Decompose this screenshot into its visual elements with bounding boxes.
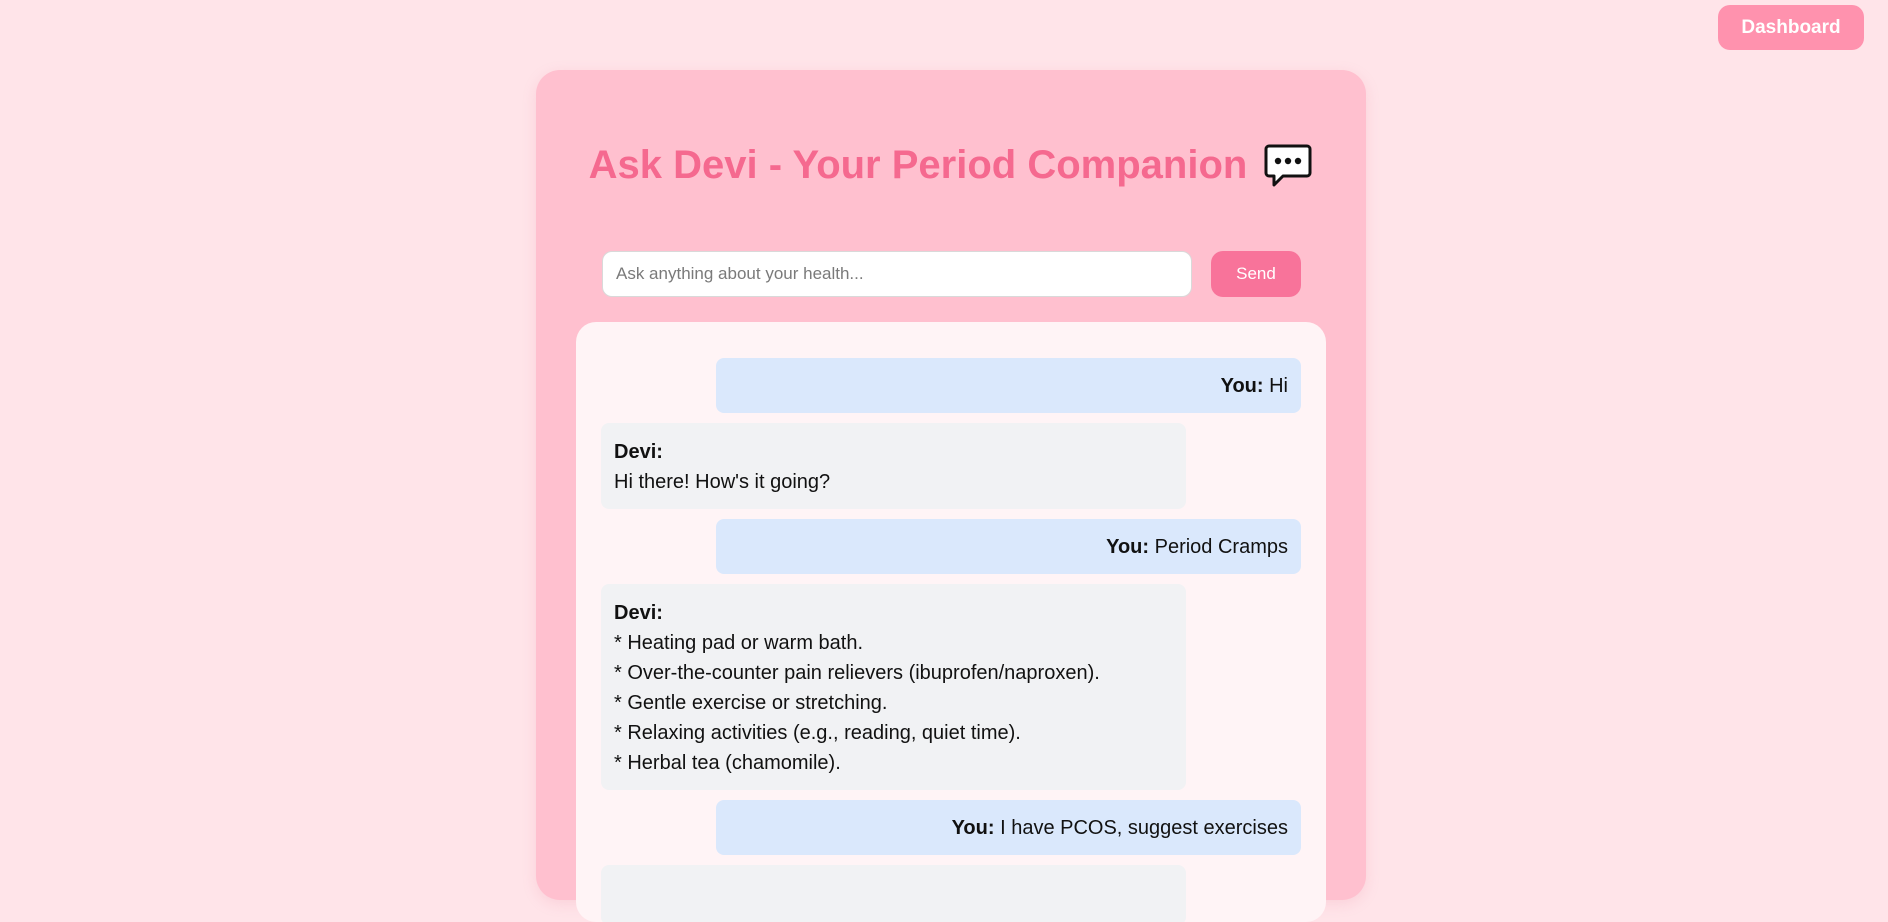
bot-message: Devi: Hi there! How's it going? <box>601 423 1186 509</box>
user-message: You: Period Cramps <box>716 519 1301 574</box>
speech-bubble-icon <box>1263 140 1313 190</box>
composer: Send <box>602 251 1302 297</box>
message-text: I have PCOS, suggest exercises <box>1000 816 1288 839</box>
user-message: You: Hi <box>716 358 1301 413</box>
message-sender: Devi: <box>614 602 663 624</box>
message-text: * Gentle exercise or stretching. <box>614 692 888 714</box>
bot-message <box>601 865 1186 922</box>
message-text: Hi there! How's it going? <box>614 471 831 493</box>
message-text: * Relaxing activities (e.g., reading, qu… <box>614 722 1021 744</box>
message-sender: You: <box>1106 535 1150 558</box>
message-text: Hi <box>1269 374 1288 397</box>
message-text: * Heating pad or warm bath. <box>614 632 864 654</box>
message-sender: You: <box>951 816 995 839</box>
page-title: Ask Devi - Your Period Companion <box>536 140 1366 190</box>
dashboard-button[interactable]: Dashboard <box>1718 5 1864 50</box>
message-text: * Herbal tea (chamomile). <box>614 752 841 774</box>
question-input[interactable] <box>602 251 1192 297</box>
message-sender: Devi: <box>614 441 663 463</box>
message-text: * Over-the-counter pain relievers (ibupr… <box>614 662 1100 684</box>
message-text: Period Cramps <box>1154 535 1288 558</box>
user-message: You: I have PCOS, suggest exercises <box>716 800 1301 855</box>
chat-history[interactable]: You: Hi Devi: Hi there! How's it going? … <box>576 322 1326 922</box>
bot-message: Devi: * Heating pad or warm bath. * Over… <box>601 584 1186 790</box>
chat-card: Ask Devi - Your Period Companion Send Yo… <box>536 70 1366 922</box>
page-title-text: Ask Devi - Your Period Companion <box>588 143 1248 187</box>
send-button[interactable]: Send <box>1211 251 1301 297</box>
message-sender: You: <box>1220 374 1264 397</box>
